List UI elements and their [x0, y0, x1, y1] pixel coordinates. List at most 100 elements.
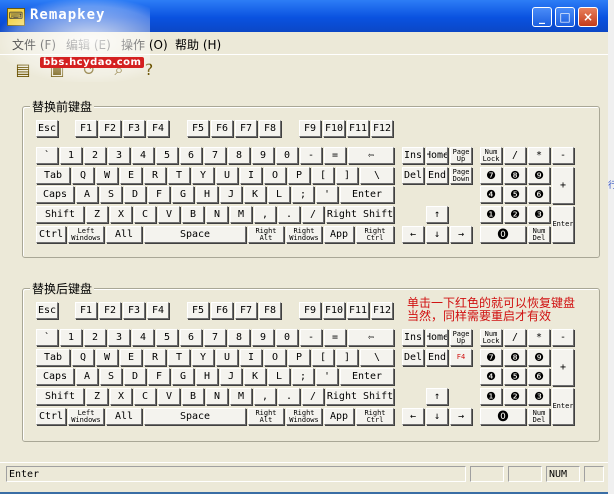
before-key-np5[interactable]: ❺ [504, 186, 526, 203]
after-key-q[interactable]: Q [72, 349, 94, 366]
after-key-f3[interactable]: F3 [123, 302, 145, 319]
after-key-f11[interactable]: F11 [347, 302, 369, 319]
after-key-x[interactable]: X [110, 388, 132, 405]
after-key-f2[interactable]: F2 [99, 302, 121, 319]
after-key-n7[interactable]: 7 [204, 329, 226, 346]
after-key-i[interactable]: I [240, 349, 262, 366]
after-key-f1[interactable]: F1 [75, 302, 97, 319]
after-key-n3[interactable]: 3 [108, 329, 130, 346]
after-key-esc[interactable]: Esc [36, 302, 58, 319]
after-key-n[interactable]: N [206, 388, 228, 405]
after-key-lshift[interactable]: Shift [36, 388, 84, 405]
before-key-app[interactable]: App [324, 226, 354, 243]
before-key-z[interactable]: Z [86, 206, 108, 223]
before-key-f10[interactable]: F10 [323, 120, 345, 137]
before-key-np0[interactable]: ⓿ [480, 226, 526, 243]
before-key-ins[interactable]: Ins [402, 147, 424, 164]
before-key-f9[interactable]: F9 [299, 120, 321, 137]
before-key-m[interactable]: M [230, 206, 252, 223]
after-key-numenter[interactable]: Enter [552, 388, 574, 425]
before-key-space[interactable]: Space [144, 226, 246, 243]
after-key-enter[interactable]: Enter [340, 368, 394, 385]
before-key-comma[interactable]: , [254, 206, 276, 223]
after-key-equals[interactable]: = [324, 329, 346, 346]
before-key-lshift[interactable]: Shift [36, 206, 84, 223]
after-key-np3[interactable]: ❸ [528, 388, 550, 405]
before-key-i[interactable]: I [240, 167, 262, 184]
before-key-backtick[interactable]: ` [36, 147, 58, 164]
before-key-f2[interactable]: F2 [99, 120, 121, 137]
after-key-numlock[interactable]: Num Lock [480, 329, 502, 346]
before-key-n9[interactable]: 9 [252, 147, 274, 164]
menu-action[interactable]: 操作 (O) [121, 36, 168, 53]
before-key-rbracket[interactable]: ] [336, 167, 358, 184]
before-key-f6[interactable]: F6 [211, 120, 233, 137]
before-key-f[interactable]: F [148, 186, 170, 203]
before-key-n5[interactable]: 5 [156, 147, 178, 164]
before-key-numenter[interactable]: Enter [552, 206, 574, 243]
after-key-end[interactable]: End [426, 349, 448, 366]
before-key-slash[interactable]: / [302, 206, 324, 223]
before-key-d[interactable]: D [124, 186, 146, 203]
before-key-j[interactable]: J [220, 186, 242, 203]
before-key-caps[interactable]: Caps [36, 186, 74, 203]
before-key-tab[interactable]: Tab [36, 167, 70, 184]
before-key-u[interactable]: U [216, 167, 238, 184]
before-key-c[interactable]: C [134, 206, 156, 223]
before-key-f8[interactable]: F8 [259, 120, 281, 137]
after-key-alt[interactable]: All [106, 408, 142, 425]
after-key-quote[interactable]: ' [316, 368, 338, 385]
before-key-np6[interactable]: ❻ [528, 186, 550, 203]
before-key-f11[interactable]: F11 [347, 120, 369, 137]
before-key-enter[interactable]: Enter [340, 186, 394, 203]
menu-help[interactable]: 帮助 (H) [175, 36, 221, 53]
after-key-tab[interactable]: Tab [36, 349, 70, 366]
before-key-left[interactable]: ← [402, 226, 424, 243]
after-key-np4[interactable]: ❹ [480, 368, 502, 385]
after-key-n2[interactable]: 2 [84, 329, 106, 346]
after-key-u[interactable]: U [216, 349, 238, 366]
before-key-del[interactable]: Del [402, 167, 424, 184]
before-key-r[interactable]: R [144, 167, 166, 184]
after-key-f12[interactable]: F12 [371, 302, 393, 319]
after-key-f5[interactable]: F5 [187, 302, 209, 319]
before-key-lbracket[interactable]: [ [312, 167, 334, 184]
before-key-minus[interactable]: - [300, 147, 322, 164]
before-key-s[interactable]: S [100, 186, 122, 203]
after-key-np2[interactable]: ❷ [504, 388, 526, 405]
before-key-nummul[interactable]: * [528, 147, 550, 164]
after-key-np9[interactable]: ❾ [528, 349, 550, 366]
before-key-h[interactable]: H [196, 186, 218, 203]
before-key-up[interactable]: ↑ [426, 206, 448, 223]
after-key-lwin[interactable]: Left Windows [68, 408, 104, 425]
after-key-right[interactable]: → [450, 408, 472, 425]
after-key-rctrl[interactable]: Right Ctrl [356, 408, 394, 425]
after-key-nummul[interactable]: * [528, 329, 550, 346]
after-key-f10[interactable]: F10 [323, 302, 345, 319]
before-key-n7[interactable]: 7 [204, 147, 226, 164]
after-key-slash[interactable]: / [302, 388, 324, 405]
before-key-n2[interactable]: 2 [84, 147, 106, 164]
before-key-e[interactable]: E [120, 167, 142, 184]
after-key-z[interactable]: Z [86, 388, 108, 405]
menu-edit[interactable]: 编辑 (E) [66, 36, 111, 53]
close-button[interactable]: × [578, 7, 598, 27]
before-key-numdiv[interactable]: / [504, 147, 526, 164]
before-key-n[interactable]: N [206, 206, 228, 223]
before-key-o[interactable]: O [264, 167, 286, 184]
after-key-backslash[interactable]: \ [360, 349, 394, 366]
after-key-ralt[interactable]: Right Alt [248, 408, 284, 425]
before-key-x[interactable]: X [110, 206, 132, 223]
after-key-j[interactable]: J [220, 368, 242, 385]
after-key-np0[interactable]: ⓿ [480, 408, 526, 425]
after-key-pgup[interactable]: Page Up [450, 329, 472, 346]
after-key-o[interactable]: O [264, 349, 286, 366]
before-key-f4[interactable]: F4 [147, 120, 169, 137]
before-key-n0[interactable]: 0 [276, 147, 298, 164]
reset-icon[interactable]: ↺ [77, 58, 101, 82]
after-key-rwin[interactable]: Right Windows [286, 408, 322, 425]
before-key-backslash[interactable]: \ [360, 167, 394, 184]
after-key-b[interactable]: B [182, 388, 204, 405]
before-key-f5[interactable]: F5 [187, 120, 209, 137]
before-key-f12[interactable]: F12 [371, 120, 393, 137]
